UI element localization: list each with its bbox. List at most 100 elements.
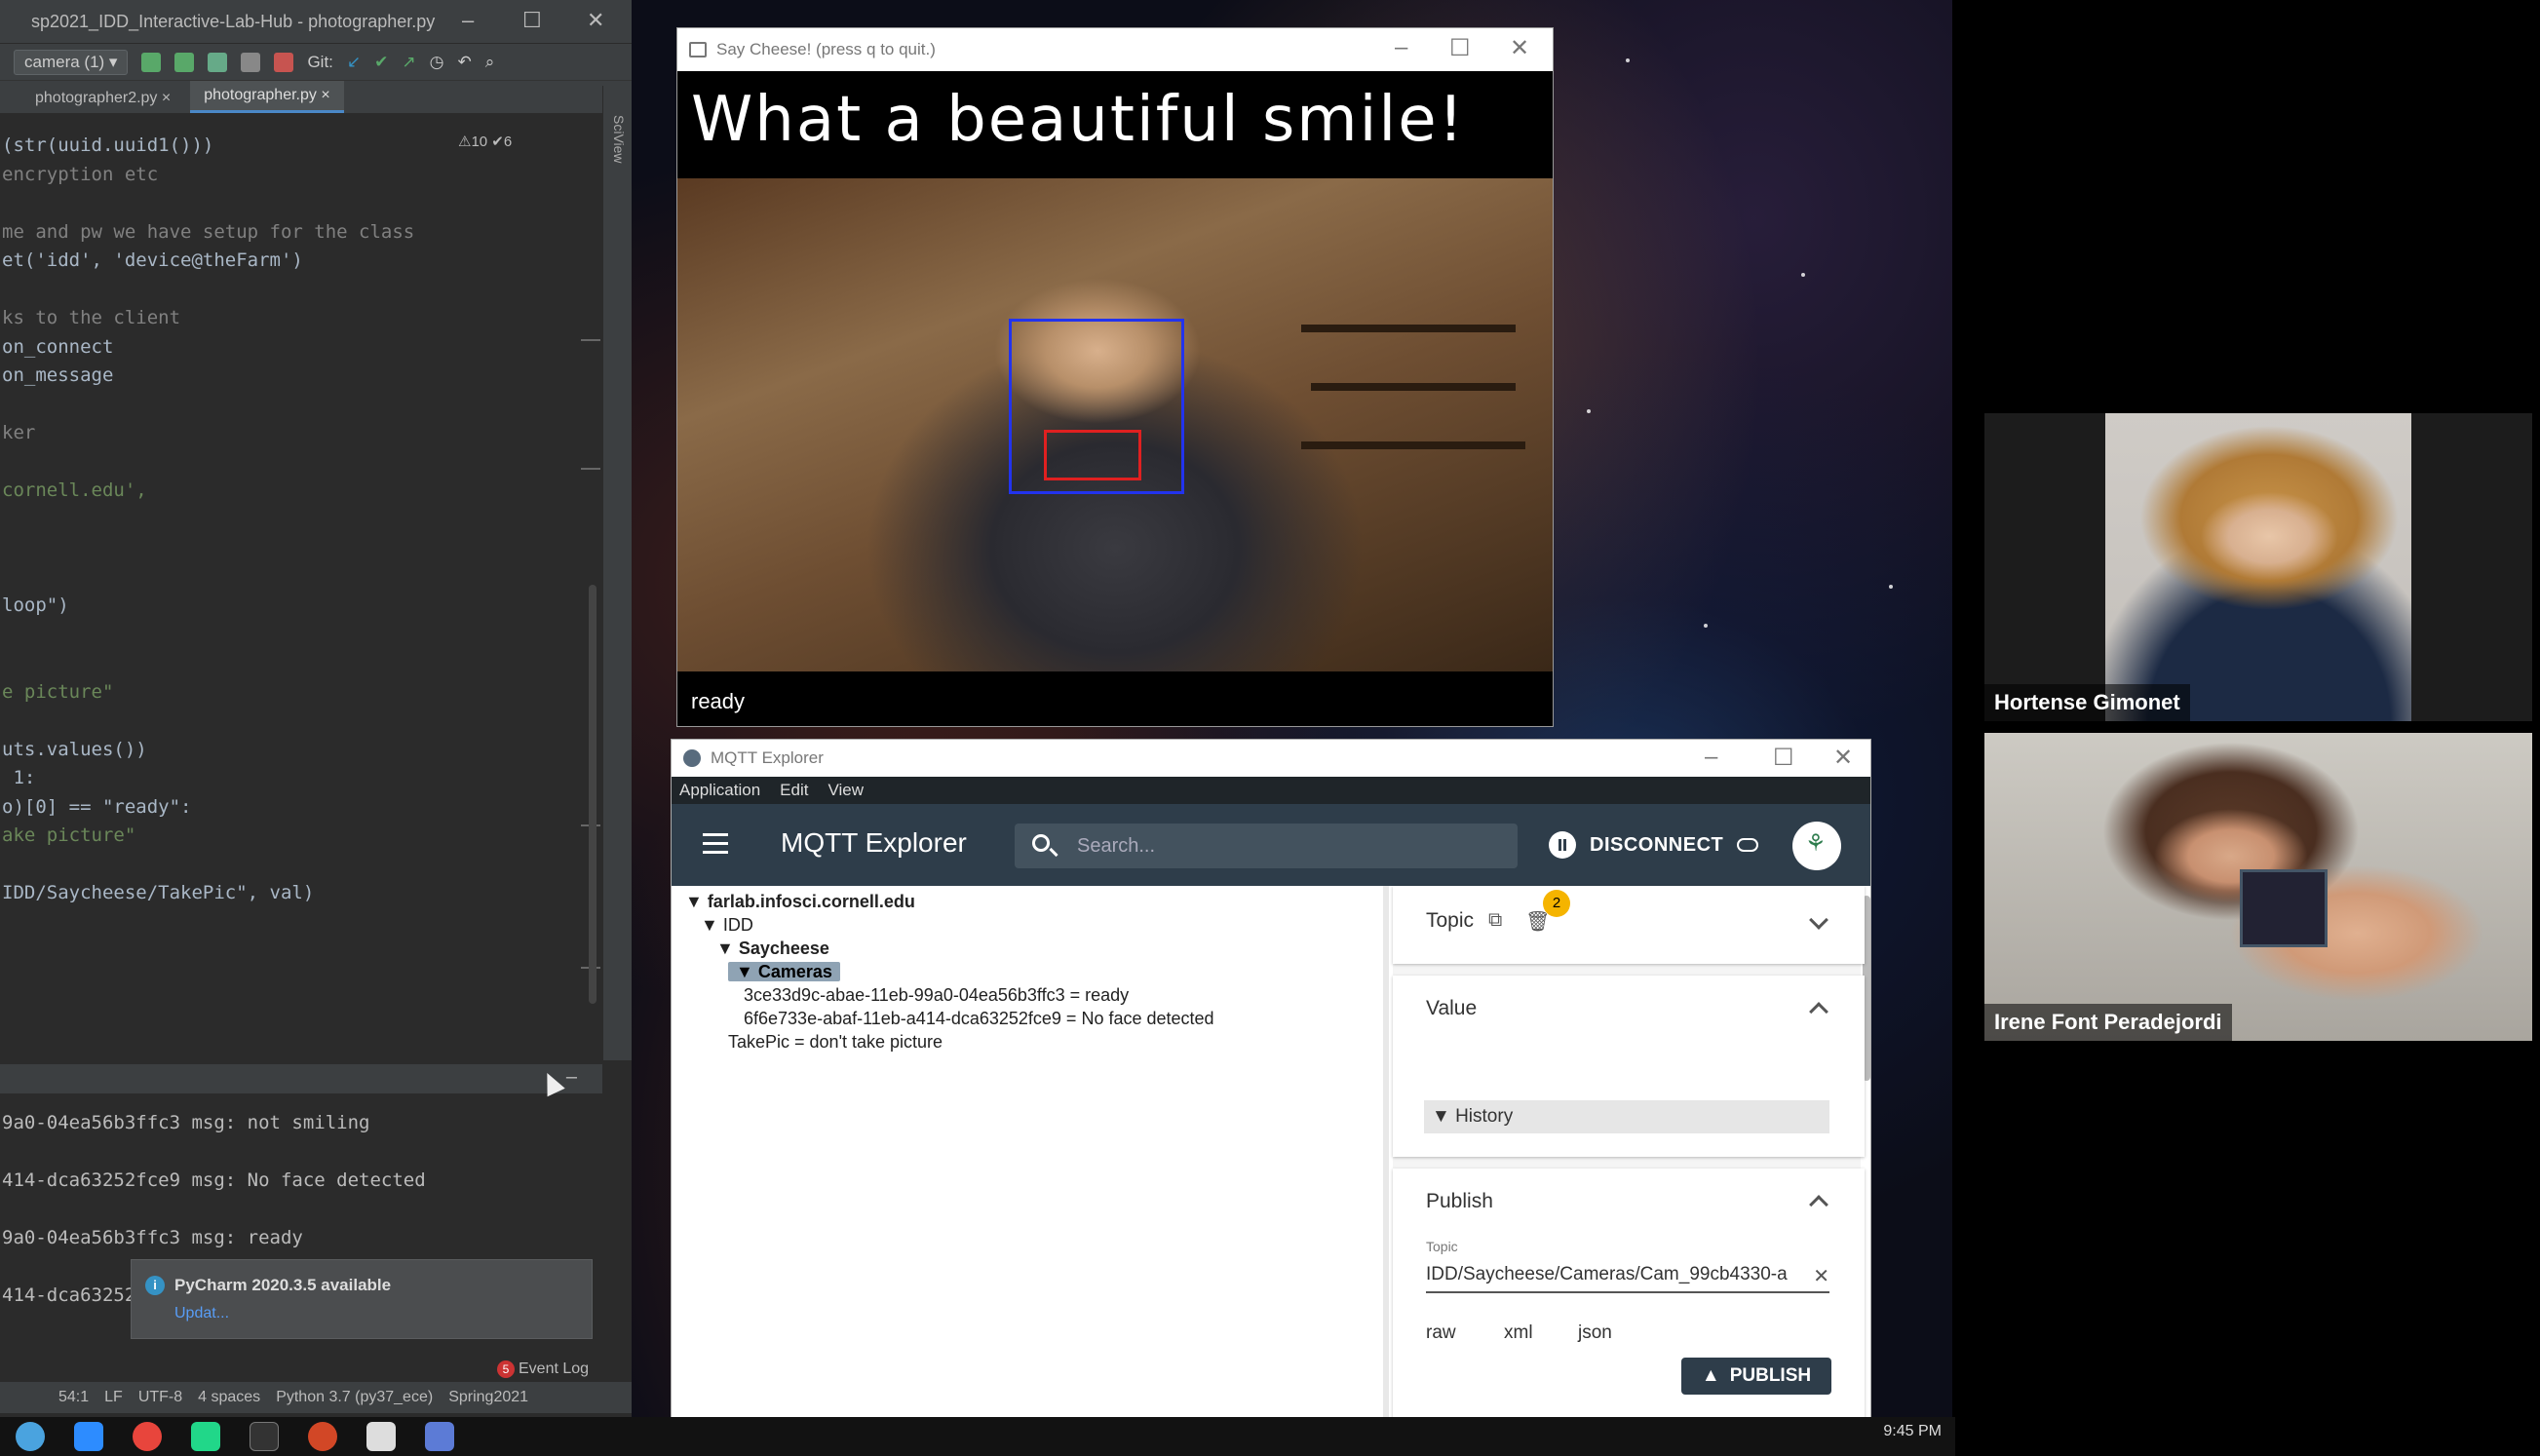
console-line: 9a0-04ea56b3ffc3 msg: not smiling xyxy=(2,1112,370,1133)
chevron-up-icon[interactable] xyxy=(1809,1195,1828,1214)
debug-icon[interactable] xyxy=(174,52,195,72)
maximize-icon[interactable]: ☐ xyxy=(522,8,542,33)
close-icon[interactable]: ✕ xyxy=(1510,34,1529,62)
stop-icon[interactable] xyxy=(274,52,294,72)
coverage-icon[interactable] xyxy=(208,52,228,72)
console-line: 9a0-04ea56b3ffc3 msg: ready xyxy=(2,1227,303,1248)
tab-photographer[interactable]: photographer.py × xyxy=(190,81,344,113)
format-json[interactable]: json xyxy=(1578,1322,1612,1344)
say-cheese-window: Say Cheese! (press q to quit.) – ☐ ✕ Wha… xyxy=(676,27,1554,727)
chevron-down-icon[interactable] xyxy=(1809,910,1828,930)
tree-node[interactable]: 3ce33d9c-abae-11eb-99a0-04ea56b3ffc3 = r… xyxy=(744,985,1129,1006)
powerpoint-app-icon[interactable] xyxy=(308,1422,337,1451)
tree-node[interactable]: ▼ Saycheese xyxy=(716,939,829,959)
scroll-marker xyxy=(581,339,600,341)
update-notification: i PyCharm 2020.3.5 available Updat... xyxy=(131,1259,593,1339)
pause-icon[interactable] xyxy=(1549,831,1576,859)
pycharm-toolbar: camera (1) ▾ Git: ↙ ✔ ↗ ◷ ↶ ⌕ xyxy=(0,43,632,80)
say-cheese-window-title: Say Cheese! (press q to quit.) xyxy=(716,40,936,58)
tile-letterbox xyxy=(2411,413,2532,721)
sciview-sidebar[interactable]: SciView xyxy=(602,86,632,1060)
code-line: (str(uuid.uuid1())) xyxy=(2,134,214,156)
code-editor[interactable]: (str(uuid.uuid1())) encryption etc me and … xyxy=(0,119,602,1054)
topic-card[interactable]: Topic ⧉ 🗑 2 xyxy=(1393,886,1865,964)
tree-node[interactable]: ▼ Cameras xyxy=(728,962,840,982)
mqtt-app-title: MQTT Explorer xyxy=(781,827,967,858)
rerun-icon[interactable] xyxy=(141,52,162,72)
zoom-app-icon[interactable] xyxy=(74,1422,103,1451)
tree-node[interactable]: ▼ farlab.infosci.cornell.edu xyxy=(685,892,915,912)
update-link[interactable]: Updat... xyxy=(174,1305,229,1322)
menu-edit[interactable]: Edit xyxy=(780,781,808,800)
history-toggle[interactable]: ▼ History xyxy=(1424,1100,1829,1133)
pane-splitter[interactable] xyxy=(1383,886,1389,1422)
camera-feed xyxy=(677,178,1553,671)
topic-tree: ▼ farlab.infosci.cornell.edu ▼ IDD ▼ Saych… xyxy=(672,886,1379,1422)
minimize-icon[interactable]: – xyxy=(1395,34,1407,61)
publish-topic-value: IDD/Saycheese/Cameras/Cam_99cb4330-a xyxy=(1426,1264,1788,1284)
editor-tabs: photographer2.py × photographer.py × xyxy=(0,80,632,113)
status-item[interactable]: Python 3.7 (py37_ece) xyxy=(276,1389,433,1406)
video-tile-hortense[interactable]: Hortense Gimonet xyxy=(1984,413,2532,721)
minimize-icon[interactable]: – xyxy=(462,8,474,33)
console-line: 414-dca63252 xyxy=(2,1284,136,1306)
chrome-app-icon[interactable] xyxy=(133,1422,162,1451)
event-log-button[interactable]: 5 Event Log xyxy=(497,1360,589,1378)
close-icon[interactable]: ✕ xyxy=(1833,744,1853,772)
copy-icon[interactable]: ⧉ xyxy=(1488,909,1502,932)
git-history-icon[interactable]: ◷ xyxy=(430,53,444,72)
circuit-board xyxy=(2240,869,2328,947)
pycharm-app-icon[interactable] xyxy=(191,1422,220,1451)
inspection-widget[interactable]: ⚠10 ✔6 xyxy=(458,133,512,150)
format-xml[interactable]: xml xyxy=(1504,1322,1533,1344)
close-icon[interactable]: ✕ xyxy=(587,8,604,33)
code-line: et('idd', 'device@theFarm') xyxy=(2,249,303,271)
video-panel-background xyxy=(1952,0,2540,1456)
tree-node[interactable]: TakePic = don't take picture xyxy=(728,1032,943,1053)
network-app-icon[interactable] xyxy=(425,1422,454,1451)
browser-app-icon[interactable] xyxy=(16,1422,45,1451)
git-push-icon[interactable]: ↗ xyxy=(402,53,415,72)
run-configuration-select[interactable]: camera (1) ▾ xyxy=(14,49,129,75)
maximize-icon[interactable]: ☐ xyxy=(1773,744,1794,772)
git-update-icon[interactable]: ↙ xyxy=(347,53,361,72)
publish-topic-field[interactable]: IDD/Saycheese/Cameras/Cam_99cb4330-a ✕ xyxy=(1426,1258,1829,1293)
publish-button[interactable]: ▲ PUBLISH xyxy=(1681,1358,1831,1395)
git-label: Git: xyxy=(307,52,333,71)
chevron-up-icon[interactable] xyxy=(1809,1002,1828,1021)
clear-icon[interactable]: ✕ xyxy=(1809,1264,1829,1288)
status-item[interactable]: Spring2021 xyxy=(448,1389,528,1406)
profile-icon[interactable] xyxy=(241,52,261,72)
git-rollback-icon[interactable]: ↶ xyxy=(458,53,472,72)
search-input[interactable] xyxy=(1077,831,1486,861)
status-item[interactable]: LF xyxy=(104,1389,123,1406)
tree-node[interactable]: 6f6e733e-abaf-11eb-a414-dca63252fce9 = N… xyxy=(744,1009,1214,1029)
pycharm-title-bar: sp2021_IDD_Interactive-Lab-Hub - photogr… xyxy=(0,0,632,43)
menu-view[interactable]: View xyxy=(827,781,864,800)
code-line: e picture" xyxy=(2,680,114,703)
format-raw[interactable]: raw xyxy=(1426,1322,1456,1344)
maximize-icon[interactable]: ☐ xyxy=(1449,34,1471,62)
git-commit-icon[interactable]: ✔ xyxy=(374,53,388,72)
code-line: ks to the client xyxy=(2,307,181,328)
hamburger-menu-icon[interactable] xyxy=(703,833,728,854)
tree-node-label: TakePic = don't take picture xyxy=(728,1032,943,1052)
minimize-icon[interactable]: – xyxy=(1705,744,1717,771)
tree-node[interactable]: ▼ IDD xyxy=(701,915,753,936)
status-item[interactable]: UTF-8 xyxy=(138,1389,182,1406)
terminal-app-icon[interactable] xyxy=(250,1422,279,1451)
video-tile-irene[interactable]: Irene Font Peradejordi xyxy=(1984,733,2532,1041)
disconnect-button[interactable]: DISCONNECT xyxy=(1549,831,1759,859)
file-app-icon[interactable] xyxy=(366,1422,396,1451)
search-icon[interactable]: ⌕ xyxy=(485,53,495,72)
hide-panel-icon[interactable]: – xyxy=(566,1066,577,1089)
status-item[interactable]: 4 spaces xyxy=(198,1389,260,1406)
mqtt-app-bar: MQTT Explorer DISCONNECT xyxy=(672,804,1870,886)
event-log-label: Event Log xyxy=(519,1360,590,1377)
tab-photographer2[interactable]: photographer2.py × xyxy=(21,84,184,113)
status-item[interactable]: 54:1 xyxy=(58,1389,89,1406)
account-avatar[interactable] xyxy=(1792,822,1841,870)
desktop: sp2021_IDD_Interactive-Lab-Hub - photogr… xyxy=(0,0,2540,1456)
editor-scrollbar[interactable] xyxy=(589,585,597,1004)
menu-application[interactable]: Application xyxy=(679,781,760,800)
